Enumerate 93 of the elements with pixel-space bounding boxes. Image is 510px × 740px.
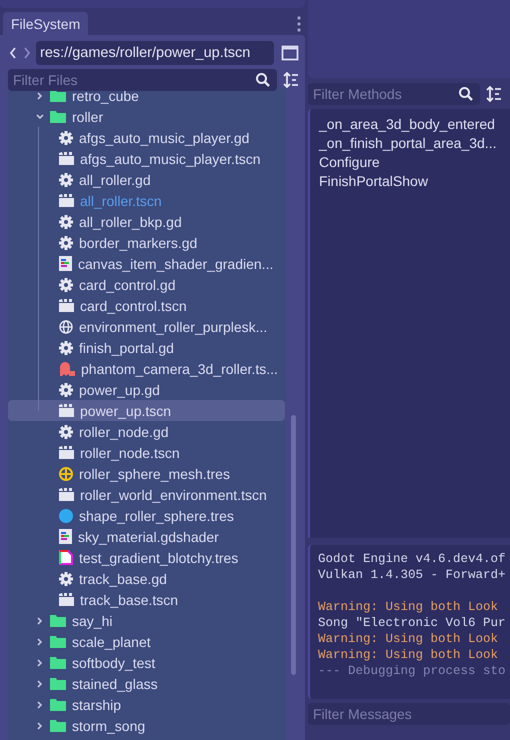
file-row[interactable]: track_base.gd (8, 568, 286, 589)
filesystem-tab[interactable]: FileSystem (3, 12, 88, 35)
folder-row[interactable]: scale_planet (8, 631, 286, 652)
file-row[interactable]: test_gradient_blotchy.tres (8, 547, 286, 568)
folder-row[interactable]: starship (8, 694, 286, 715)
sort-icon[interactable] (283, 72, 299, 88)
file-row[interactable]: track_base.tscn (8, 589, 286, 610)
clapperboard-icon (59, 488, 74, 501)
file-row[interactable]: roller_sphere_mesh.tres (8, 463, 286, 484)
search-icon[interactable] (255, 72, 271, 88)
folder-row[interactable]: say_hi (8, 610, 286, 631)
clapperboard-icon (59, 593, 74, 606)
sphere-icon (59, 508, 73, 522)
folder-row[interactable]: softbody_test (8, 652, 286, 673)
gear-icon (59, 130, 73, 144)
file-row[interactable]: power_up.tscn (8, 400, 286, 421)
log-line: Warning: Using both Look (318, 647, 500, 663)
file-row[interactable]: border_markers.gd (8, 232, 286, 253)
file-row[interactable]: environment_roller_purplesk... (8, 316, 286, 337)
log-line: Godot Engine v4.6.dev4.of (318, 551, 507, 567)
chevron-right-icon[interactable] (36, 92, 44, 100)
file-row[interactable]: card_control.tscn (8, 295, 286, 316)
ghost-icon (59, 362, 75, 376)
folder-row[interactable]: stained_glass (8, 673, 286, 694)
method-item[interactable]: _on_finish_portal_area_3d... (319, 134, 510, 153)
log-line: --- Debugging process sto (318, 663, 507, 679)
shader-file-icon (59, 529, 72, 544)
log-line: Warning: Using both Look (318, 631, 500, 647)
folder-row[interactable]: storm_song (8, 715, 286, 736)
folder-icon (50, 635, 66, 648)
filter-files-field[interactable]: Filter Files (8, 69, 277, 91)
folder-icon (50, 677, 66, 690)
folder-icon (50, 614, 66, 627)
method-item[interactable]: _on_area_3d_body_entered (319, 115, 510, 134)
gear-icon (59, 572, 73, 586)
shader-file-icon (59, 256, 72, 271)
search-icon[interactable] (458, 86, 474, 102)
chevron-right-icon[interactable] (36, 700, 44, 708)
file-row[interactable]: afgs_auto_music_player.gd (8, 127, 286, 148)
folder-icon (50, 719, 66, 732)
folder-icon (50, 89, 66, 102)
file-row[interactable]: sky_material.gdshader (8, 526, 286, 547)
globe-icon (59, 320, 73, 334)
method-item[interactable]: FinishPortalShow (319, 172, 510, 191)
more-options-icon[interactable] (297, 15, 301, 33)
gear-icon (59, 424, 73, 438)
gear-icon (59, 236, 73, 250)
clapperboard-icon (59, 446, 74, 459)
gear-icon (59, 340, 73, 354)
path-field[interactable]: res://games/roller/power_up.tscn (36, 41, 274, 65)
window-icon[interactable] (281, 44, 299, 62)
file-row[interactable]: card_control.gd (8, 274, 286, 295)
scrollbar-thumb[interactable] (291, 415, 296, 675)
forward-icon[interactable] (22, 46, 32, 60)
file-row[interactable]: afgs_auto_music_player.tscn (8, 148, 286, 169)
back-icon[interactable] (8, 46, 18, 60)
clapperboard-icon (59, 194, 74, 207)
file-row[interactable]: shape_roller_sphere.tres (8, 505, 286, 526)
sphere-mesh-icon (59, 466, 73, 480)
log-line: Vulkan 1.4.305 - Forward+ (318, 567, 507, 583)
file-row[interactable]: all_roller_bkp.gd (8, 211, 286, 232)
log-line: Warning: Using both Look (318, 599, 500, 615)
gradient-icon (59, 550, 73, 565)
file-row[interactable]: all_roller.gd (8, 169, 286, 190)
folder-row[interactable]: roller (8, 106, 286, 127)
clapperboard-icon (59, 404, 74, 417)
chevron-right-icon[interactable] (36, 638, 44, 646)
file-row[interactable]: roller_node.gd (8, 421, 286, 442)
file-row[interactable]: roller_world_environment.tscn (8, 484, 286, 505)
chevron-right-icon[interactable] (36, 616, 44, 624)
gear-icon (59, 214, 73, 228)
clapperboard-icon (59, 299, 74, 312)
clapperboard-icon (59, 152, 74, 165)
chevron-down-icon[interactable] (36, 112, 44, 120)
chevron-right-icon[interactable] (36, 658, 44, 666)
filter-methods-field[interactable]: Filter Methods (308, 83, 480, 105)
file-row[interactable]: power_up.gd (8, 379, 286, 400)
filter-messages-field[interactable]: Filter Messages (308, 703, 510, 725)
gear-icon (59, 278, 73, 292)
method-item[interactable]: Configure (319, 153, 510, 172)
file-row[interactable]: phantom_camera_3d_roller.ts... (8, 358, 286, 379)
file-row[interactable]: finish_portal.gd (8, 337, 286, 358)
log-line: Song "Electronic Vol6 Pur (318, 615, 507, 631)
gear-icon (59, 172, 73, 186)
folder-icon (50, 110, 66, 123)
file-row[interactable]: roller_node.tscn (8, 442, 286, 463)
file-row[interactable]: canvas_item_shader_gradien... (8, 253, 286, 274)
chevron-right-icon[interactable] (36, 722, 44, 730)
folder-icon (50, 656, 66, 669)
chevron-right-icon[interactable] (36, 680, 44, 688)
folder-icon (50, 698, 66, 711)
sort-icon[interactable] (486, 86, 502, 102)
gear-icon (59, 382, 73, 396)
